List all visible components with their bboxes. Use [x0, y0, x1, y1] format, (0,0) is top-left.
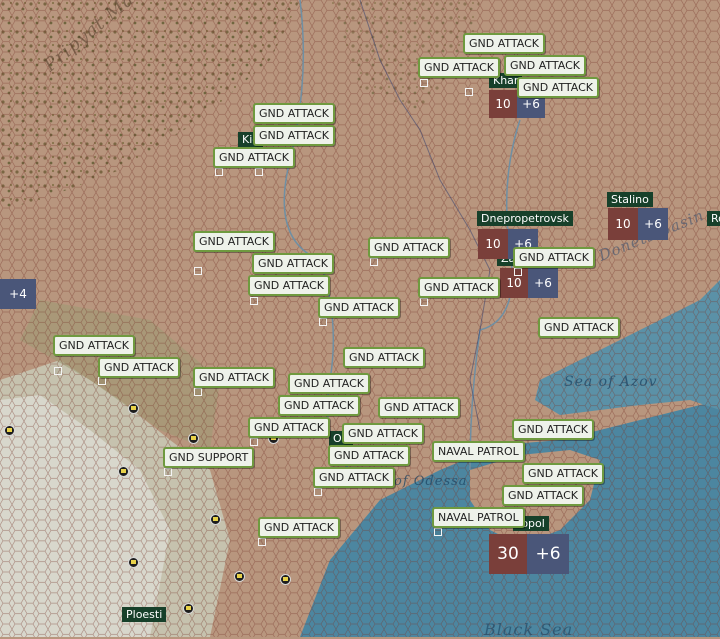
target-square[interactable] [434, 528, 442, 536]
target-square[interactable] [420, 79, 428, 87]
allied-strength: +6 [527, 534, 569, 574]
mission-gnd-attack[interactable]: GND ATTACK [538, 317, 621, 338]
mission-gnd-attack[interactable]: GND ATTACK [368, 237, 451, 258]
target-square[interactable] [54, 367, 62, 375]
airfield-icon[interactable] [280, 574, 291, 585]
mission-gnd-attack[interactable]: GND ATTACK [252, 253, 335, 274]
mission-gnd-attack[interactable]: GND ATTACK [278, 395, 361, 416]
mission-gnd-attack[interactable]: GND ATTACK [343, 347, 426, 368]
unit-stack-sevastopol[interactable]: 30 +6 [489, 534, 569, 574]
mission-gnd-attack[interactable]: GND ATTACK [502, 485, 585, 506]
target-square[interactable] [194, 388, 202, 396]
target-square[interactable] [215, 168, 223, 176]
mission-gnd-attack[interactable]: GND ATTACK [253, 103, 336, 124]
axis-strength: 10 [608, 208, 638, 240]
mission-gnd-attack[interactable]: GND ATTACK [378, 397, 461, 418]
target-square[interactable] [164, 468, 172, 476]
mission-gnd-attack[interactable]: GND ATTACK [342, 423, 425, 444]
airfield-icon[interactable] [188, 433, 199, 444]
mission-gnd-support[interactable]: GND SUPPORT [163, 447, 255, 468]
mission-gnd-attack[interactable]: GND ATTACK [328, 445, 411, 466]
city-stalino[interactable]: Stalino [607, 192, 653, 207]
gulf-of-odessa-label: of Odessa [394, 474, 468, 489]
unit-stack-stalino[interactable]: 10 +6 [608, 208, 668, 240]
mission-gnd-attack[interactable]: GND ATTACK [248, 417, 331, 438]
target-square[interactable] [319, 318, 327, 326]
city-rostov[interactable]: Ro [707, 211, 720, 226]
target-square[interactable] [194, 267, 202, 275]
airfield-icon[interactable] [128, 557, 139, 568]
mission-naval-patrol[interactable]: NAVAL PATROL [432, 441, 525, 462]
mission-gnd-attack[interactable]: GND ATTACK [522, 463, 605, 484]
airfield-icon[interactable] [128, 403, 139, 414]
airfield-icon[interactable] [234, 571, 245, 582]
mission-gnd-attack[interactable]: GND ATTACK [213, 147, 296, 168]
mission-gnd-attack[interactable]: GND ATTACK [53, 335, 136, 356]
city-dnepropetrovsk[interactable]: Dnepropetrovsk [477, 211, 573, 226]
airfield-icon[interactable] [4, 425, 15, 436]
mission-gnd-attack[interactable]: GND ATTACK [418, 277, 501, 298]
target-square[interactable] [370, 258, 378, 266]
city-ploesti[interactable]: Ploesti [122, 607, 167, 622]
target-square[interactable] [250, 438, 258, 446]
mission-gnd-attack[interactable]: GND ATTACK [463, 33, 546, 54]
mission-gnd-attack[interactable]: GND ATTACK [313, 467, 396, 488]
airfield-icon[interactable] [210, 514, 221, 525]
mission-gnd-attack[interactable]: GND ATTACK [193, 231, 276, 252]
target-square[interactable] [465, 88, 473, 96]
mission-gnd-attack[interactable]: GND ATTACK [258, 517, 341, 538]
mission-gnd-attack[interactable]: GND ATTACK [98, 357, 181, 378]
mission-gnd-attack[interactable]: GND ATTACK [318, 297, 401, 318]
target-square[interactable] [314, 488, 322, 496]
allied-strength: +6 [638, 208, 668, 240]
mission-gnd-attack[interactable]: GND ATTACK [193, 367, 276, 388]
mission-gnd-attack[interactable]: GND ATTACK [504, 55, 587, 76]
allied-strength: +4 [0, 279, 36, 309]
target-square[interactable] [514, 268, 522, 276]
mission-gnd-attack[interactable]: GND ATTACK [248, 275, 331, 296]
black-sea-label: Black Sea [484, 620, 574, 639]
axis-strength: 30 [489, 534, 527, 574]
mission-gnd-attack[interactable]: GND ATTACK [517, 77, 600, 98]
target-square[interactable] [98, 377, 106, 385]
mission-naval-patrol[interactable]: NAVAL PATROL [432, 507, 525, 528]
mission-gnd-attack[interactable]: GND ATTACK [253, 125, 336, 146]
target-square[interactable] [250, 297, 258, 305]
airfield-icon[interactable] [183, 603, 194, 614]
allied-strength: +6 [528, 268, 558, 298]
target-square[interactable] [255, 168, 263, 176]
target-square[interactable] [258, 538, 266, 546]
sea-of-azov-label: Sea of Azov [564, 374, 658, 390]
airfield-icon[interactable] [118, 466, 129, 477]
axis-strength: 10 [478, 229, 508, 259]
target-square[interactable] [420, 298, 428, 306]
unit-stack-west-edge[interactable]: +4 [0, 279, 36, 309]
mission-gnd-attack[interactable]: GND ATTACK [512, 419, 595, 440]
mission-gnd-attack[interactable]: GND ATTACK [418, 57, 501, 78]
mission-gnd-attack[interactable]: GND ATTACK [513, 247, 596, 268]
mission-gnd-attack[interactable]: GND ATTACK [288, 373, 371, 394]
axis-strength: 10 [489, 90, 517, 118]
unit-stack-zaporozhye[interactable]: 10 +6 [500, 268, 558, 298]
